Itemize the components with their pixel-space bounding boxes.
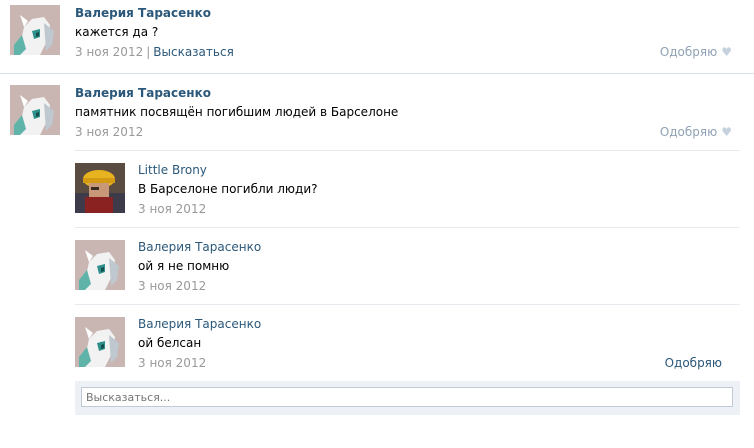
like-label: Одобряю [664,356,722,370]
like-button[interactable]: Одобряю ♥ [660,45,732,59]
like-label: Одобряю [659,125,718,139]
comment-text: В Барселоне погибли люди? [138,182,318,196]
reply-link[interactable]: Высказаться [153,45,234,59]
post-text: памятник посвящён погибшим людей в Барсе… [75,105,399,119]
separator: | [146,45,151,59]
comment-author[interactable]: Little Brony [138,163,207,177]
comment-divider [75,227,740,228]
post-author[interactable]: Валерия Тарасенко [75,86,211,100]
post-date[interactable]: 3 ноя 2012 [75,45,143,59]
avatar[interactable] [75,240,125,290]
avatar[interactable] [10,5,60,55]
comment-date[interactable]: 3 ноя 2012 [138,356,206,370]
post-author[interactable]: Валерия Тарасенко [75,6,211,20]
comment-date[interactable]: 3 ноя 2012 [138,202,206,216]
comment-author[interactable]: Валерия Тарасенко [138,240,261,254]
comment-divider [75,150,740,151]
reply-input[interactable] [81,387,733,407]
post-meta: 3 ноя 2012 | Высказаться [75,45,234,59]
heart-icon: ♥ [721,45,732,59]
post-date[interactable]: 3 ноя 2012 [75,125,143,139]
like-button[interactable]: Одобряю [665,356,722,370]
comment-text: ой белсан [138,336,202,350]
like-button[interactable]: Одобряю ♥ [660,125,732,139]
heart-icon: ♥ [721,125,732,139]
comment-author[interactable]: Валерия Тарасенко [138,317,261,331]
comment-date[interactable]: 3 ноя 2012 [138,279,206,293]
post-text: кажется да ? [75,25,159,39]
avatar[interactable] [75,317,125,367]
reply-form [75,381,740,415]
like-label: Одобряю [659,45,718,59]
avatar[interactable] [75,163,125,213]
post-divider [0,73,754,74]
avatar[interactable] [10,85,60,135]
comment-divider [75,304,740,305]
comment-text: ой я не помню [138,259,230,273]
